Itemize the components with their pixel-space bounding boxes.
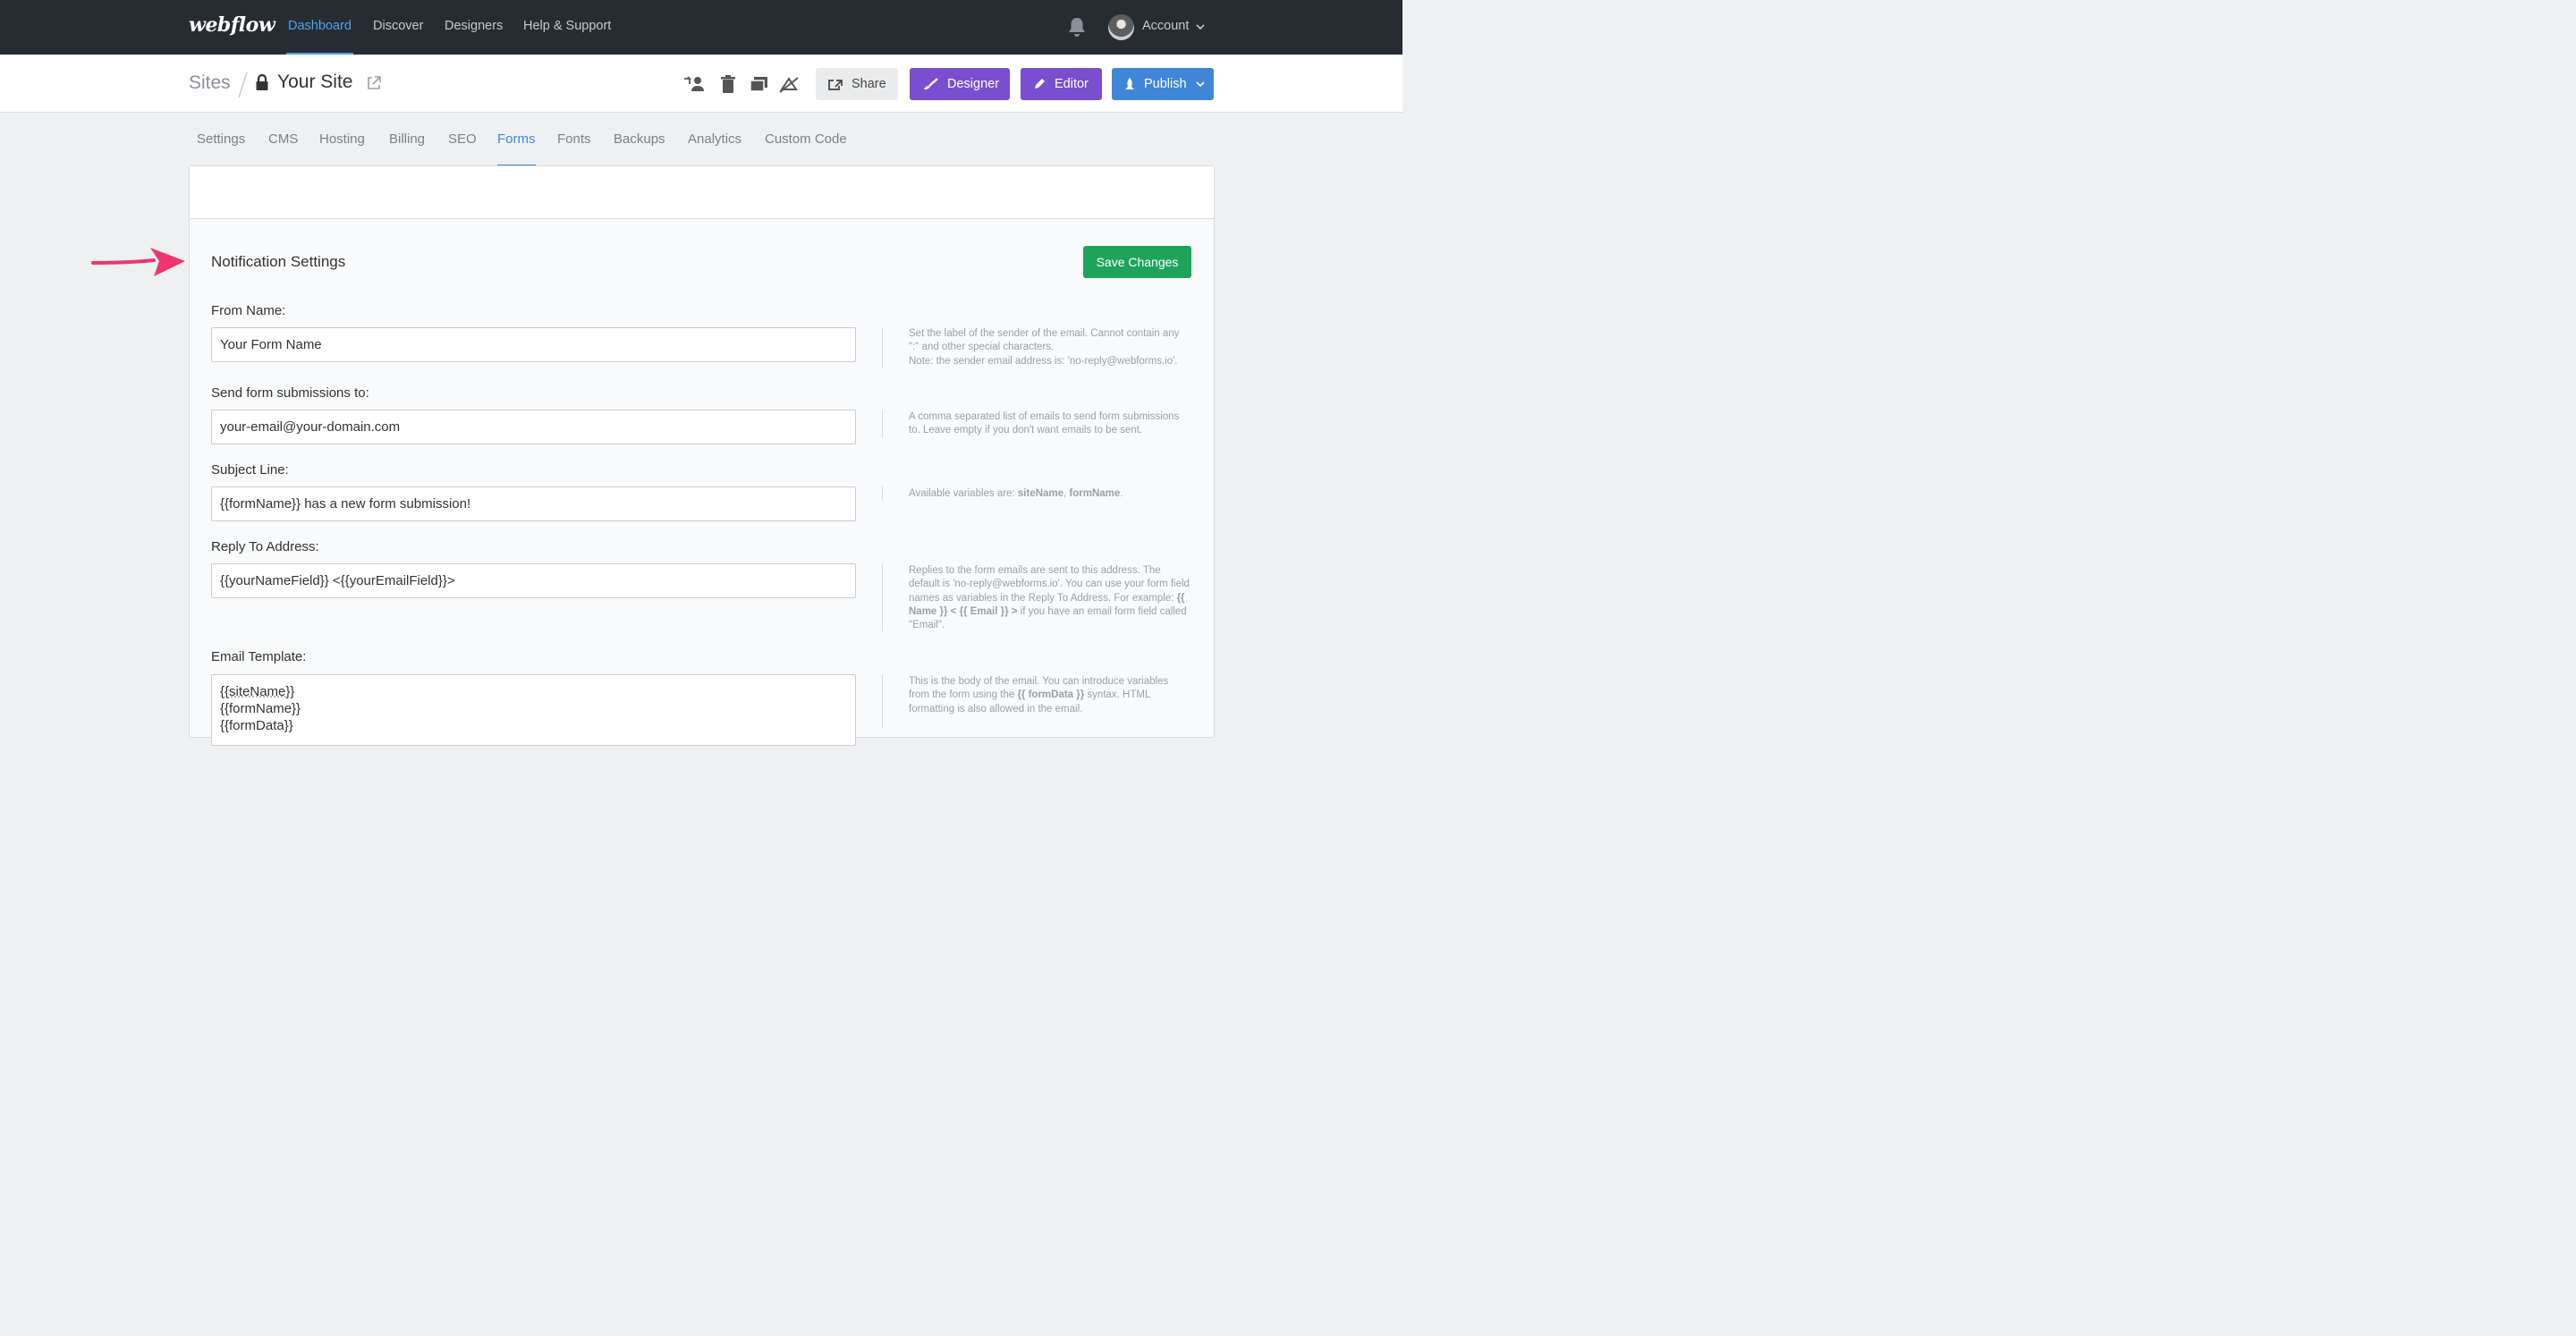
nav-help-support[interactable]: Help & Support xyxy=(523,19,611,33)
panel-header xyxy=(190,166,1214,219)
divider xyxy=(882,410,883,438)
avatar[interactable] xyxy=(1108,14,1134,40)
unpublish-icon[interactable] xyxy=(778,74,800,94)
divider xyxy=(882,486,883,501)
reply-to-input[interactable] xyxy=(211,563,856,598)
from-name-help: Set the label of the sender of the email… xyxy=(909,328,1180,367)
tab-cms[interactable]: CMS xyxy=(268,131,298,147)
designer-label: Designer xyxy=(947,77,1000,91)
subject-label: Subject Line: xyxy=(211,462,289,478)
chevron-down-icon xyxy=(1195,81,1205,88)
subject-help: Available variables are: siteName, formN… xyxy=(909,488,1123,499)
from-name-label: From Name: xyxy=(211,303,286,318)
rocket-icon xyxy=(1125,78,1134,89)
nav-discover[interactable]: Discover xyxy=(373,19,423,33)
breadcrumb-sites[interactable]: Sites xyxy=(189,72,231,94)
tab-fonts[interactable]: Fonts xyxy=(557,131,591,147)
subject-input[interactable] xyxy=(211,486,856,521)
nav-designers[interactable]: Designers xyxy=(445,19,503,33)
send-to-input[interactable] xyxy=(211,410,856,444)
chevron-down-icon[interactable] xyxy=(1196,23,1205,30)
tab-settings[interactable]: Settings xyxy=(197,131,245,147)
email-template-label: Email Template: xyxy=(211,649,307,664)
site-name: Your Site xyxy=(277,72,353,92)
share-button[interactable]: Share xyxy=(816,68,898,100)
share-icon xyxy=(828,80,843,90)
send-to-label: Send form submissions to: xyxy=(211,385,369,401)
tab-analytics[interactable]: Analytics xyxy=(688,131,741,147)
duplicate-icon[interactable] xyxy=(748,74,769,94)
notification-settings-heading: Notification Settings xyxy=(211,253,346,270)
publish-button[interactable]: Publish xyxy=(1112,68,1214,100)
pencil-icon xyxy=(1035,79,1045,89)
template-line: {{formName}} xyxy=(220,701,301,716)
transfer-site-icon[interactable] xyxy=(683,74,705,94)
pointer-arrow-annotation xyxy=(91,248,185,276)
share-label: Share xyxy=(852,77,886,91)
publish-label: Publish xyxy=(1144,77,1187,91)
account-menu[interactable]: Account xyxy=(1142,19,1189,33)
template-line: {{siteName}} xyxy=(220,684,295,699)
tab-custom-code[interactable]: Custom Code xyxy=(765,131,847,147)
divider xyxy=(882,563,883,631)
template-line: {{formData}} xyxy=(220,718,293,733)
forms-panel xyxy=(189,165,1215,738)
tab-billing[interactable]: Billing xyxy=(389,131,425,147)
bell-icon[interactable] xyxy=(1067,16,1087,38)
nav-dashboard[interactable]: Dashboard xyxy=(288,19,352,33)
reply-to-label: Reply To Address: xyxy=(211,539,319,554)
webflow-logo[interactable]: webflow xyxy=(189,13,275,37)
email-template-help: This is the body of the email. You can i… xyxy=(909,676,1169,715)
brush-icon xyxy=(924,78,938,89)
breadcrumb-separator xyxy=(238,72,248,98)
tab-backups[interactable]: Backups xyxy=(614,131,665,147)
tab-forms[interactable]: Forms xyxy=(497,131,536,147)
external-link-icon[interactable] xyxy=(366,75,382,91)
editor-label: Editor xyxy=(1055,77,1089,91)
tab-seo[interactable]: SEO xyxy=(448,131,477,147)
reply-to-help: Replies to the form emails are sent to t… xyxy=(909,565,1190,631)
send-to-help: A comma separated list of emails to send… xyxy=(909,411,1180,436)
tab-hosting[interactable]: Hosting xyxy=(319,131,365,147)
from-name-input[interactable] xyxy=(211,327,856,362)
editor-button[interactable]: Editor xyxy=(1021,68,1102,100)
designer-button[interactable]: Designer xyxy=(910,68,1010,100)
save-changes-button[interactable]: Save Changes xyxy=(1083,246,1191,278)
divider xyxy=(882,327,883,368)
email-template-textarea[interactable]: {{siteName}} {{formName}} {{formData}} xyxy=(211,674,856,746)
lock-icon xyxy=(256,73,268,90)
trash-icon[interactable] xyxy=(717,74,739,94)
divider xyxy=(882,674,883,728)
